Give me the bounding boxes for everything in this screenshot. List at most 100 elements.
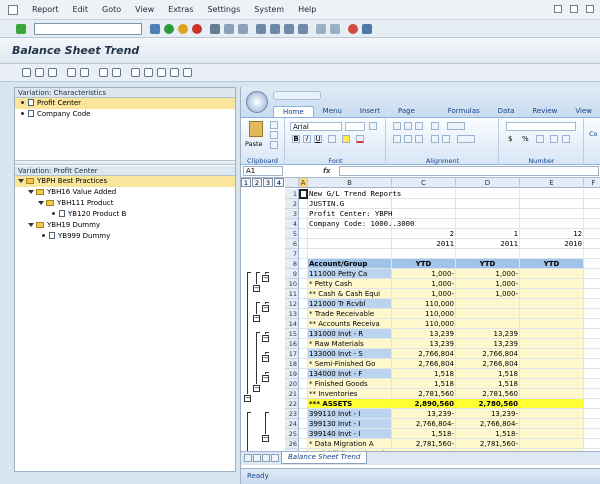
cell-a[interactable] [299, 239, 308, 249]
cell-account[interactable]: 399130 Invt - I [308, 419, 392, 429]
cell-f[interactable] [584, 189, 600, 199]
cell-a[interactable] [299, 299, 308, 309]
row-header[interactable]: 5 [285, 229, 299, 239]
ribbon-tab-menu[interactable]: Menu [314, 106, 351, 117]
underline-icon[interactable]: U [314, 135, 322, 143]
row-header[interactable]: 24 [285, 419, 299, 429]
cell-f[interactable] [584, 289, 600, 299]
cell-a[interactable] [299, 329, 308, 339]
cell-account[interactable] [308, 229, 392, 239]
row-header[interactable]: 19 [285, 369, 299, 379]
menu-settings[interactable]: Settings [207, 5, 240, 14]
cell-account[interactable]: Account/Group [308, 259, 392, 269]
save-icon[interactable] [150, 23, 160, 34]
menu-goto[interactable]: Goto [102, 5, 121, 14]
cell-value-d[interactable]: 2,781,560- [456, 439, 520, 449]
cell-value-c[interactable]: 110,000 [392, 299, 456, 309]
cell-value-c[interactable]: YTD [392, 259, 456, 269]
expand-all-icon[interactable] [144, 68, 153, 77]
merge-center-icon[interactable] [457, 135, 475, 143]
cell-value-c[interactable] [392, 219, 456, 229]
quick-access-toolbar[interactable] [273, 91, 321, 100]
collapse-group-icon[interactable]: − [262, 355, 269, 362]
cell-account[interactable]: 399140 Invt - I [308, 429, 392, 439]
collapse-group-icon[interactable]: − [262, 305, 269, 312]
cell-f[interactable] [584, 209, 600, 219]
cell-f[interactable] [584, 329, 600, 339]
formula-input[interactable] [338, 166, 599, 176]
font-name-box[interactable]: Arial [290, 122, 342, 131]
cell-value-d[interactable] [456, 199, 520, 209]
row-header[interactable]: 21 [285, 389, 299, 399]
find-icon[interactable] [224, 23, 234, 34]
tree-node-ybh111[interactable]: YBH111 Product [15, 198, 235, 209]
expand-icon[interactable] [18, 179, 24, 183]
cell-value-c[interactable]: 2,766,804 [392, 359, 456, 369]
cell-value-e[interactable] [520, 339, 584, 349]
decrease-indent-icon[interactable] [431, 135, 439, 143]
cell-value-e[interactable] [520, 279, 584, 289]
layout-icon[interactable] [362, 23, 372, 34]
column-header-c[interactable]: C [392, 178, 456, 188]
column-header-a[interactable]: A [299, 178, 308, 188]
cell-a[interactable] [299, 369, 308, 379]
next-page-icon[interactable] [284, 23, 294, 34]
cell-value-c[interactable]: 13,239 [392, 339, 456, 349]
close-icon[interactable] [586, 5, 594, 13]
row-header[interactable]: 8 [285, 259, 299, 269]
align-center-icon[interactable] [404, 135, 412, 143]
cell-value-e[interactable] [520, 199, 584, 209]
cell-value-d[interactable] [456, 209, 520, 219]
cell-value-c[interactable]: 1,518 [392, 369, 456, 379]
cell-value-d[interactable]: 13,239- [456, 409, 520, 419]
cell-a[interactable] [299, 409, 308, 419]
tree-node-ybh19[interactable]: YBH19 Dummy [15, 220, 235, 231]
row-header[interactable]: 12 [285, 299, 299, 309]
export-icon[interactable] [112, 68, 121, 77]
help-icon[interactable] [348, 23, 358, 34]
ribbon-tab-data[interactable]: Data [489, 106, 524, 117]
cell-a[interactable] [299, 319, 308, 329]
cell-account[interactable]: JUSTIN.G [308, 199, 392, 209]
italic-icon[interactable]: I [303, 135, 311, 143]
last-page-icon[interactable] [298, 23, 308, 34]
cell-f[interactable] [584, 369, 600, 379]
cell-value-d[interactable]: 1,000- [456, 279, 520, 289]
collapse-group-icon[interactable]: − [262, 275, 269, 282]
subtotal-icon[interactable] [80, 68, 89, 77]
grow-font-icon[interactable] [369, 122, 377, 130]
cell-a[interactable] [299, 399, 308, 409]
cell-account[interactable]: 133000 Invt - S [308, 349, 392, 359]
cell-value-e[interactable] [520, 359, 584, 369]
row-header[interactable]: 26 [285, 439, 299, 449]
cell-f[interactable] [584, 299, 600, 309]
row-header[interactable]: 25 [285, 429, 299, 439]
cell-account[interactable]: * Raw Materials [308, 339, 392, 349]
first-page-icon[interactable] [256, 23, 266, 34]
cell-value-c[interactable]: 1,518 [392, 379, 456, 389]
comma-style-icon[interactable] [536, 135, 544, 143]
cell-f[interactable] [584, 239, 600, 249]
cell-value-d[interactable] [456, 309, 520, 319]
ribbon-tab-view[interactable]: View [566, 106, 600, 117]
ribbon-tab-insert[interactable]: Insert [351, 106, 389, 117]
increase-decimal-icon[interactable] [550, 135, 558, 143]
cell-value-c[interactable]: 2,766,804- [392, 419, 456, 429]
cell-f[interactable] [584, 319, 600, 329]
cell-account[interactable]: * Finished Goods [308, 379, 392, 389]
tree-node-ybh16[interactable]: YBH16 Value Added [15, 187, 235, 198]
currency-icon[interactable]: $ [508, 135, 512, 143]
cell-value-c[interactable] [392, 209, 456, 219]
name-box[interactable]: A1 [243, 166, 283, 176]
cell-a[interactable] [299, 309, 308, 319]
cell-a[interactable] [299, 359, 308, 369]
cell-value-e[interactable] [520, 209, 584, 219]
cell-a[interactable] [299, 339, 308, 349]
cell-f[interactable] [584, 249, 600, 259]
cell-account[interactable]: 399110 Invt - I [308, 409, 392, 419]
menu-help[interactable]: Help [298, 5, 316, 14]
cell-a[interactable] [299, 429, 308, 439]
back-icon[interactable] [164, 23, 174, 34]
cell-value-d[interactable] [456, 189, 520, 199]
collapse-group-icon[interactable]: − [253, 285, 260, 292]
